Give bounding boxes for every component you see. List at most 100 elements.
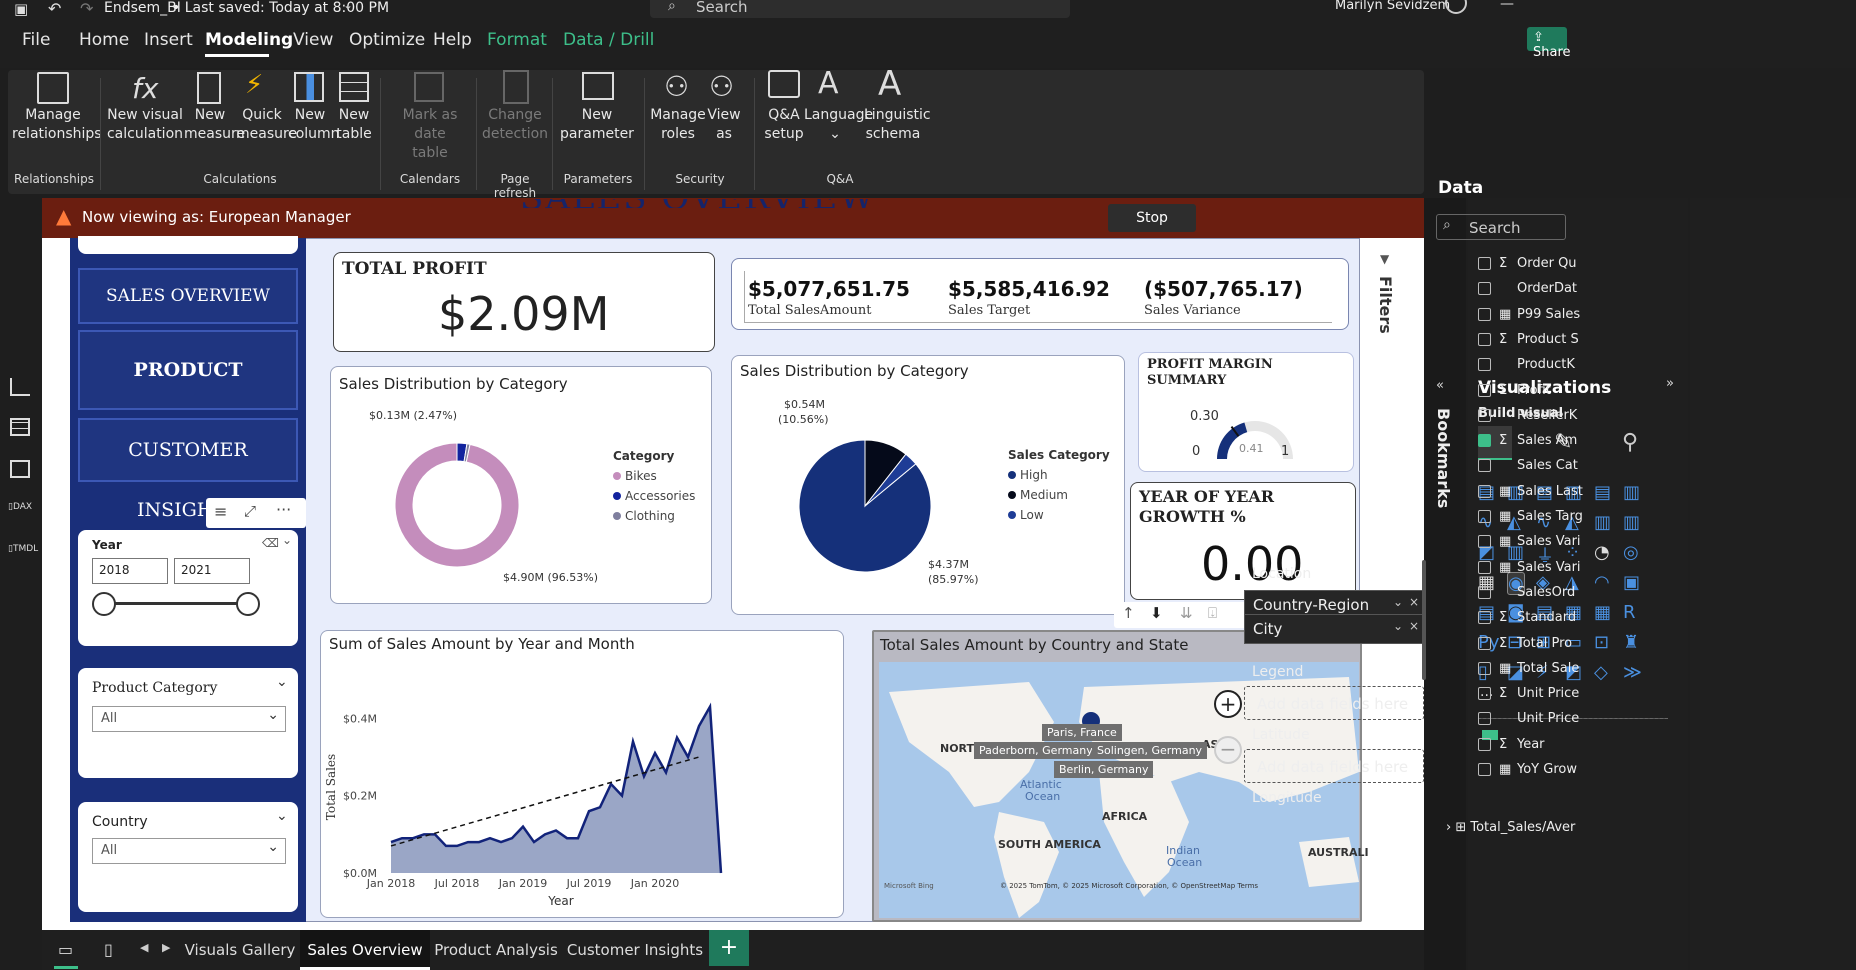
add-page-button[interactable]: + [709,930,749,966]
data-search-box[interactable]: ⌕ Search [1436,214,1566,240]
data-field-item[interactable]: ResellerK [1478,408,1577,428]
new-visual-calculation-button[interactable]: New visual calculation [106,106,184,144]
field-checkbox[interactable] [1478,484,1491,498]
menu-data-drill[interactable]: Data / Drill [563,30,654,50]
data-field-item[interactable]: OrderDat [1478,281,1577,301]
country-dropdown[interactable]: All ⌄ [92,838,286,864]
viz-scrollbar[interactable] [1422,560,1426,680]
data-field-item[interactable]: Σ Sales Am [1478,433,1577,453]
qa-setup-button[interactable]: Q&A setup [760,106,808,144]
chevron-down-icon[interactable]: ⌄ [276,808,288,824]
page-tab-sales-overview[interactable]: Sales Overview [300,930,430,970]
donut-icon[interactable]: ◎ [1623,542,1639,563]
legend-well[interactable]: Add data fields here [1244,686,1424,720]
menu-home[interactable]: Home [79,30,129,50]
data-field-item[interactable]: ▦ Sales Vari [1478,560,1581,580]
desktop-layout-icon[interactable]: ▭ [58,940,73,959]
field-checkbox[interactable] [1478,712,1491,726]
diamond-icon[interactable]: ◇ [1594,662,1608,683]
manage-roles-button[interactable]: Manage roles [650,106,706,144]
location-field-city[interactable]: City ⌄ × [1244,614,1424,644]
latitude-well[interactable]: Add data fields here [1244,749,1424,783]
100-bar-icon[interactable]: ▤ [1594,482,1611,503]
minimize-icon[interactable]: — [1500,0,1514,12]
language-button[interactable]: Language ⌄ [804,106,873,144]
data-field-item[interactable]: Σ Total Pro [1478,636,1572,656]
legend-item-high[interactable]: High [1008,468,1068,482]
share-button[interactable]: ⇪ Share [1527,27,1571,60]
r-visual-icon[interactable]: R [1623,602,1636,623]
field-checkbox[interactable] [1478,332,1491,346]
area-chart-card[interactable]: Sum of Sales Amount by Year and Month $0… [320,630,844,918]
stop-viewing-button[interactable]: Stop viewing [1108,204,1196,254]
data-field-item[interactable]: ▦ YoY Grow [1478,762,1577,782]
dax-query-icon[interactable]: ▯DAX [8,502,32,512]
legend-item-medium[interactable]: Medium [1008,488,1068,502]
map-pin-berlin[interactable]: Berlin, Germany [1054,761,1154,778]
next-page-icon[interactable]: ▶ [162,941,170,954]
year-from-input[interactable]: 2018 [92,558,168,584]
legend-item-bikes[interactable]: Bikes [613,469,695,483]
data-field-item[interactable]: Σ Unit Price [1478,686,1579,706]
card-icon[interactable]: ▣ [1623,572,1640,593]
field-checkbox[interactable] [1478,737,1491,751]
legend-item-low[interactable]: Low [1008,508,1068,522]
tmdl-view-icon[interactable]: ▯TMDL [8,544,38,554]
kpi-card[interactable]: $5,077,651.75 Total SalesAmount $5,585,4… [731,258,1349,330]
focus-mode-icon[interactable]: ⤢ [244,502,256,520]
donut-chart-card[interactable]: Sales Distribution by Category $0.13M (2… [330,366,712,604]
map-pin-solingen[interactable]: Solingen, Germany [1092,742,1208,759]
data-field-item[interactable]: Sales Cat [1478,458,1578,478]
data-field-item[interactable]: ▦ P99 Sales [1478,307,1580,327]
field-checkbox[interactable] [1478,459,1491,473]
data-field-item[interactable]: ProductK [1478,357,1575,377]
field-checkbox[interactable] [1478,611,1491,625]
data-field-item[interactable]: Σ Product S [1478,332,1579,352]
new-table-button[interactable]: New table [334,106,374,144]
data-field-item[interactable]: ▦ Sales Targ [1478,509,1583,529]
eraser-icon[interactable]: ⌫ [262,536,279,550]
field-checkbox[interactable] [1478,636,1491,650]
zoom-in-button[interactable]: + [1214,690,1242,718]
drill-up-icon[interactable]: ↑ [1122,604,1135,622]
data-field-item[interactable]: Σ Profit [1478,383,1551,403]
product-dropdown[interactable]: All ⌄ [92,706,286,732]
100-column-icon[interactable]: ▥ [1623,482,1640,503]
goals-icon[interactable]: ♜ [1623,632,1639,653]
expand-all-icon[interactable]: ⇊ [1180,604,1193,622]
field-checkbox[interactable] [1478,535,1491,549]
close-icon[interactable]: × [1409,619,1419,633]
field-checkbox[interactable] [1478,661,1491,675]
field-checkbox[interactable] [1478,434,1491,448]
table-view-icon[interactable] [10,418,30,436]
view-as-button[interactable]: View as [706,106,742,144]
menu-view[interactable]: View [293,30,333,50]
slice-bikes[interactable] [394,442,520,568]
field-checkbox[interactable] [1478,358,1491,372]
data-field-item[interactable]: Unit Price [1478,711,1579,731]
field-checkbox[interactable] [1478,282,1491,296]
mobile-layout-icon[interactable]: ▯ [104,940,113,959]
slider-handle-end[interactable] [236,592,260,616]
report-view-icon[interactable] [10,378,30,396]
model-view-icon[interactable] [10,460,30,478]
menu-optimize[interactable]: Optimize [349,30,425,50]
data-field-item[interactable]: ▦ Sales Last [1478,484,1583,504]
new-column-button[interactable]: New column [288,106,340,144]
map-pin-paderborn[interactable]: Paderborn, Germany [974,742,1098,759]
pie-icon[interactable]: ◔ [1594,542,1610,563]
field-checkbox[interactable] [1478,687,1491,701]
legend-item-clothing[interactable]: Clothing [613,509,695,523]
data-field-item[interactable]: Σ Order Qu [1478,256,1577,276]
analytics-icon[interactable]: ⚲ [1622,430,1638,455]
zoom-out-button[interactable]: − [1214,736,1242,764]
page-tab-customer-insights[interactable]: Customer Insights [564,930,706,970]
close-icon[interactable]: × [1409,595,1419,609]
slider-handle-start[interactable] [92,592,116,616]
undo-icon[interactable]: ↶ [48,0,61,18]
field-checkbox[interactable] [1478,585,1491,599]
pie-chart-card[interactable]: Sales Distribution by Category $0.54M (1… [731,355,1125,615]
data-field-item[interactable]: ▦ Sales Vari [1478,534,1581,554]
nav-customer-insights[interactable]: CUSTOMER INSIGHTS [78,418,298,521]
legend-item-accessories[interactable]: Accessories [613,489,695,503]
